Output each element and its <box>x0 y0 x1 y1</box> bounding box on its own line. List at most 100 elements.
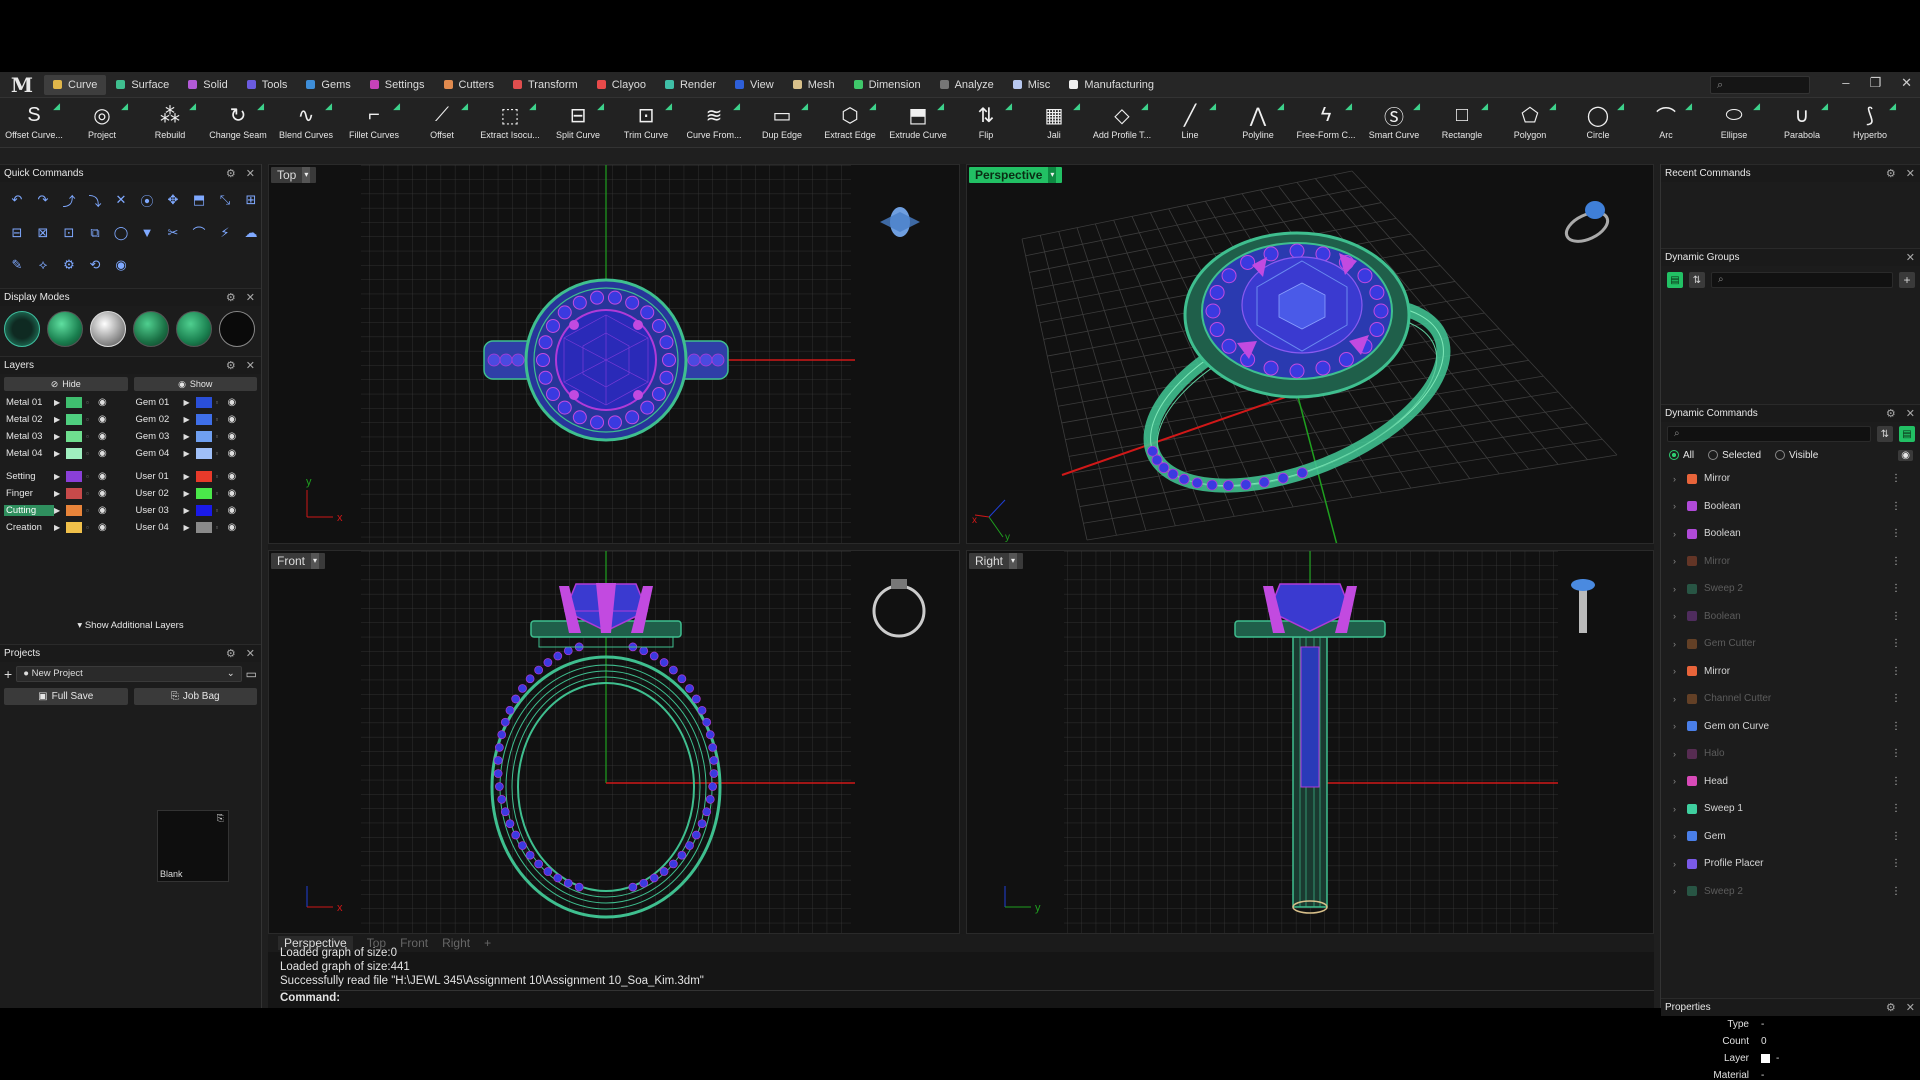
expand-icon[interactable]: ◢ <box>1005 101 1012 112</box>
dynamic-command-gem-on-curve[interactable]: › Gem on Curve ⋮ <box>1661 713 1920 741</box>
expand-icon[interactable]: ◢ <box>393 101 400 112</box>
filter-visible[interactable]: Visible <box>1775 450 1818 461</box>
eye-icon[interactable]: ◉ <box>228 488 240 499</box>
layer-row-metal-02[interactable]: Metal 02 ▶ ▫ ◉ <box>4 411 128 428</box>
gear-icon[interactable]: ⚙ <box>226 291 236 304</box>
quick-command-icon[interactable]: ⤡ <box>212 188 238 212</box>
dup-edge-button[interactable]: ▭ Dup Edge ◢ <box>748 98 816 148</box>
lock-icon[interactable]: ▫ <box>86 398 98 407</box>
play-icon[interactable]: ▶ <box>184 489 196 498</box>
more-options-icon[interactable]: ⋮ <box>1891 803 1901 814</box>
folder-icon[interactable]: ▭ <box>246 667 257 681</box>
layer-name[interactable]: User 01 <box>134 471 184 482</box>
gear-icon[interactable]: ⚙ <box>226 167 236 180</box>
view-cube-ring[interactable] <box>872 579 926 638</box>
layer-row-metal-03[interactable]: Metal 03 ▶ ▫ ◉ <box>4 428 128 445</box>
layer-color-swatch[interactable] <box>66 414 82 425</box>
layer-row-user-02[interactable]: User 02 ▶ ▫ ◉ <box>134 485 258 502</box>
layer-row-creation[interactable]: Creation ▶ ▫ ◉ <box>4 519 128 536</box>
ghost-mode-icon[interactable] <box>219 311 255 347</box>
parabola-button[interactable]: ∪ Parabola ◢ <box>1768 98 1836 148</box>
tab-transform[interactable]: Transform <box>504 75 587 95</box>
perspective-viewport-label[interactable]: Perspective ▾ <box>969 167 1063 183</box>
expand-icon[interactable]: ◢ <box>121 101 128 112</box>
quick-command-icon[interactable]: ⚡ <box>212 221 238 245</box>
quick-command-icon[interactable]: ⤴ <box>56 188 82 212</box>
expand-icon[interactable]: ◢ <box>53 101 60 112</box>
show-layers-button[interactable]: ◉ Show <box>133 377 257 391</box>
quick-command-icon[interactable]: ✂ <box>160 221 186 245</box>
play-icon[interactable]: ▶ <box>54 506 66 515</box>
chevron-right-icon[interactable]: › <box>1673 611 1687 621</box>
expand-icon[interactable]: ◢ <box>1345 101 1352 112</box>
layer-row-user-01[interactable]: User 01 ▶ ▫ ◉ <box>134 468 258 485</box>
layer-name[interactable]: Gem 04 <box>134 448 184 459</box>
lock-icon[interactable]: ▫ <box>216 506 228 515</box>
expand-icon[interactable]: ◢ <box>1481 101 1488 112</box>
lock-icon[interactable]: ▫ <box>216 415 228 424</box>
flip-button[interactable]: ⇅ Flip ◢ <box>952 98 1020 148</box>
tab-settings[interactable]: Settings <box>361 75 434 95</box>
more-options-icon[interactable]: ⋮ <box>1891 886 1901 897</box>
close-icon[interactable]: ✕ <box>1906 167 1915 180</box>
ellipse-button[interactable]: ⬭ Ellipse ◢ <box>1700 98 1768 148</box>
layer-name[interactable]: Metal 02 <box>4 414 54 425</box>
chevron-down-icon[interactable]: ▾ <box>1009 553 1018 569</box>
add-project-icon[interactable]: + <box>4 666 12 682</box>
more-options-icon[interactable]: ⋮ <box>1891 528 1901 539</box>
eye-icon[interactable]: ◉ <box>228 431 240 442</box>
gear-icon[interactable]: ⚙ <box>1886 407 1896 420</box>
close-icon[interactable]: ✕ <box>246 647 255 660</box>
job-bag-button[interactable]: ⎘ Job Bag <box>133 688 257 705</box>
eye-icon[interactable]: ◉ <box>228 448 240 459</box>
tab-view[interactable]: View <box>726 75 783 95</box>
more-options-icon[interactable]: ⋮ <box>1891 556 1901 567</box>
hyperbo-button[interactable]: ⟆ Hyperbo ◢ <box>1836 98 1904 148</box>
quick-command-icon[interactable]: ◉ <box>108 253 134 277</box>
group-list-icon[interactable]: ▤ <box>1667 272 1683 288</box>
chevron-right-icon[interactable]: › <box>1673 556 1687 566</box>
layer-name[interactable]: User 02 <box>134 488 184 499</box>
chevron-right-icon[interactable]: › <box>1673 584 1687 594</box>
tab-mesh[interactable]: Mesh <box>784 75 844 95</box>
expand-icon[interactable]: ◢ <box>937 101 944 112</box>
visibility-toggle-icon[interactable]: ◉ <box>1898 450 1913 461</box>
close-icon[interactable]: ✕ <box>1906 1001 1915 1014</box>
quick-command-icon[interactable]: ⦿ <box>134 188 160 212</box>
dynamic-command-mirror[interactable]: › Mirror ⋮ <box>1661 465 1920 493</box>
filter-selected[interactable]: Selected <box>1708 450 1761 461</box>
sort-icon[interactable]: ⇅ <box>1877 426 1893 442</box>
dynamic-groups-search[interactable]: ⌕ <box>1711 272 1893 288</box>
dynamic-command-profile-placer[interactable]: › Profile Placer ⋮ <box>1661 850 1920 878</box>
more-options-icon[interactable]: ⋮ <box>1891 721 1901 732</box>
lock-icon[interactable]: ▫ <box>86 432 98 441</box>
blend-curves-button[interactable]: ∿ Blend Curves ◢ <box>272 98 340 148</box>
radio-icon[interactable] <box>1708 450 1719 461</box>
close-icon[interactable]: ✕ <box>246 167 255 180</box>
tab-tools[interactable]: Tools <box>238 75 297 95</box>
layer-color-swatch[interactable] <box>66 522 82 533</box>
play-icon[interactable]: ▶ <box>54 523 66 532</box>
minimize-icon[interactable]: – <box>1842 75 1849 91</box>
project-button[interactable]: ◎ Project ◢ <box>68 98 136 148</box>
eye-icon[interactable]: ◉ <box>228 397 240 408</box>
expand-icon[interactable]: ◢ <box>801 101 808 112</box>
lock-icon[interactable]: ▫ <box>86 449 98 458</box>
rebuild-button[interactable]: ⁂ Rebuild ◢ <box>136 98 204 148</box>
rendered-mode-icon[interactable] <box>90 311 126 347</box>
layer-name[interactable]: Gem 01 <box>134 397 184 408</box>
quick-command-icon[interactable]: ⌒ <box>186 221 212 245</box>
add-profile-t-button[interactable]: ◇ Add Profile T... ◢ <box>1088 98 1156 148</box>
dynamic-command-gem-cutter[interactable]: › Gem Cutter ⋮ <box>1661 630 1920 658</box>
more-options-icon[interactable]: ⋮ <box>1891 638 1901 649</box>
layer-name[interactable]: User 03 <box>134 505 184 516</box>
play-icon[interactable]: ▶ <box>184 449 196 458</box>
offset-button[interactable]: ⟋ Offset ◢ <box>408 98 476 148</box>
lock-icon[interactable]: ▫ <box>216 472 228 481</box>
expand-icon[interactable]: ◢ <box>461 101 468 112</box>
layer-color-swatch[interactable] <box>195 397 212 408</box>
expand-icon[interactable]: ◢ <box>1889 101 1896 112</box>
dynamic-command-halo[interactable]: › Halo ⋮ <box>1661 740 1920 768</box>
smart-curve-button[interactable]: Ⓢ Smart Curve ◢ <box>1360 98 1428 148</box>
dynamic-command-mirror[interactable]: › Mirror ⋮ <box>1661 658 1920 686</box>
